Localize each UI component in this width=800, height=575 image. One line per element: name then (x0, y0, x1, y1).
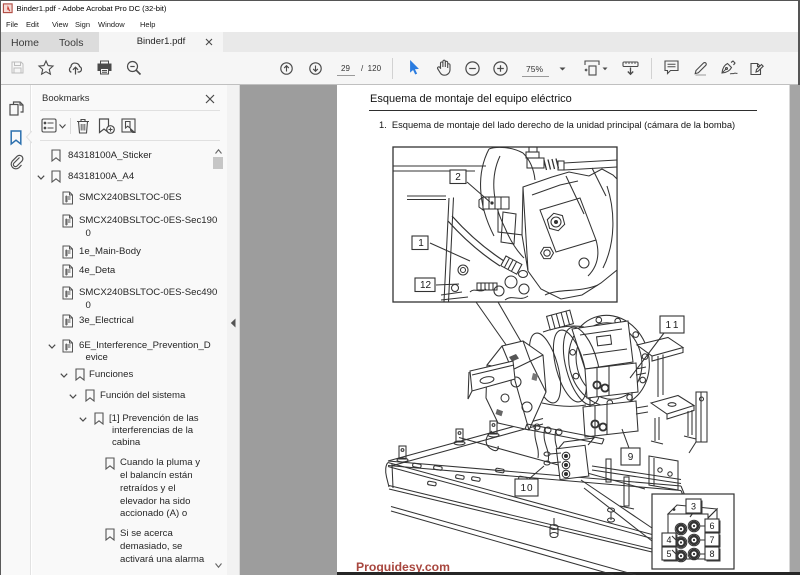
svg-text:5: 5 (666, 549, 671, 559)
svg-text:6: 6 (709, 521, 714, 531)
svg-text:8: 8 (709, 549, 714, 559)
svg-text:3: 3 (691, 502, 696, 512)
svg-text:10: 10 (520, 483, 533, 494)
svg-text:12: 12 (420, 280, 432, 291)
svg-text:7: 7 (709, 535, 714, 545)
svg-text:1: 1 (418, 238, 424, 249)
svg-text:9: 9 (628, 452, 634, 463)
svg-text:11: 11 (666, 320, 681, 331)
svg-text:4: 4 (666, 535, 671, 545)
svg-text:2: 2 (455, 172, 461, 183)
